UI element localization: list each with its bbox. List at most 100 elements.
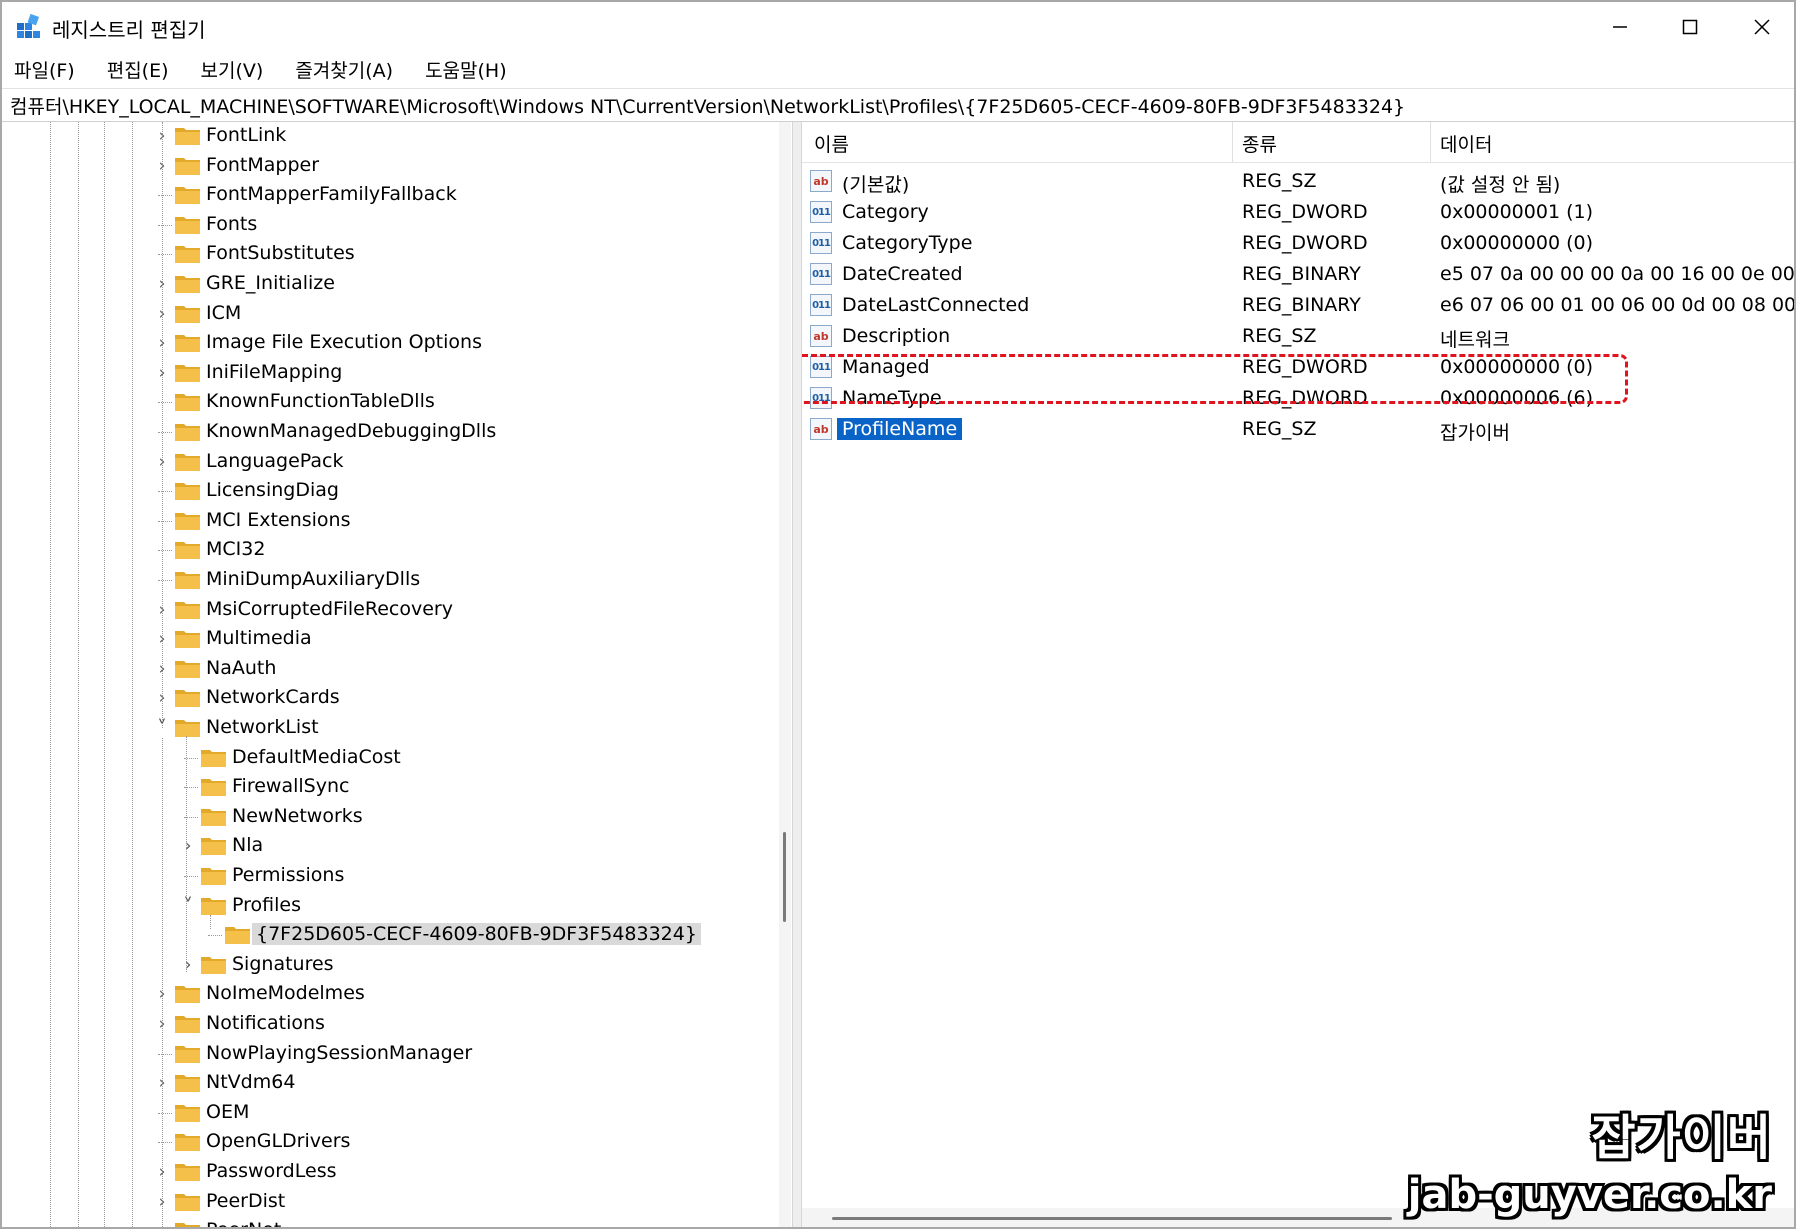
maximize-button[interactable] — [1662, 8, 1718, 46]
tree-item[interactable]: Permissions — [4, 862, 764, 891]
menu-view[interactable]: 보기(V) — [199, 54, 266, 85]
tree-connector — [158, 402, 172, 404]
close-button[interactable] — [1734, 8, 1790, 46]
tree-item[interactable]: › NoImeModelmes — [4, 980, 764, 1009]
string-value-icon: ab — [810, 170, 832, 192]
folder-icon — [225, 927, 250, 945]
value-name-cell: Managed — [842, 356, 930, 378]
folder-icon — [175, 246, 200, 264]
tree-item[interactable]: OpenGLDrivers — [4, 1128, 764, 1157]
column-separator[interactable] — [1430, 122, 1431, 162]
tree-item[interactable]: › ICM — [4, 300, 764, 329]
tree-item[interactable]: › PasswordLess — [4, 1158, 764, 1187]
value-row[interactable]: ab ProfileName REG_SZ 잡가이버 — [802, 414, 1794, 445]
tree-item[interactable]: ›PeerNet — [4, 1217, 764, 1227]
address-bar[interactable]: 컴퓨터\HKEY_LOCAL_MACHINE\SOFTWARE\Microsof… — [2, 88, 1794, 122]
tree-connector — [158, 432, 172, 433]
tree-item-label: NowPlayingSessionManager — [206, 1041, 473, 1064]
tree-item-label: Notifications — [206, 1012, 325, 1034]
tree-connector — [158, 491, 172, 493]
tree-connector — [208, 935, 222, 937]
tree-item[interactable]: › NtVdm64 — [4, 1069, 764, 1098]
tree-item-label: NoImeModelmes — [206, 982, 365, 1005]
column-header-name[interactable]: 이름 — [814, 130, 849, 157]
menu-file[interactable]: 파일(F) — [12, 54, 77, 85]
tree-item[interactable]: KnownFunctionTableDlls — [4, 388, 764, 417]
value-data-cell: 네트워크 — [1440, 329, 1510, 351]
folder-icon — [175, 394, 200, 412]
tree-item[interactable]: › LanguagePack — [4, 448, 764, 477]
tree-item[interactable]: › NetworkCards — [4, 684, 764, 713]
tree-item[interactable]: NewNetworks — [4, 803, 764, 832]
tree-item[interactable]: › MsiCorruptedFileRecovery — [4, 596, 764, 625]
folder-icon — [175, 512, 200, 530]
tree-scroll-thumb[interactable] — [783, 832, 786, 922]
tree-item[interactable]: LicensingDiag — [4, 477, 764, 506]
chevron-right-icon[interactable]: › — [180, 835, 196, 857]
tree-item-label: Image File Execution Options — [206, 331, 482, 354]
minimize-button[interactable] — [1592, 8, 1648, 46]
chevron-down-icon[interactable]: ˅ — [180, 895, 196, 917]
folder-icon — [175, 1104, 200, 1122]
tree-item[interactable]: › NaAuth — [4, 655, 764, 684]
folder-icon — [175, 305, 200, 323]
tree-item[interactable]: FontMapperFamilyFallback — [4, 181, 764, 210]
column-header-type[interactable]: 종류 — [1242, 130, 1277, 157]
tree-item[interactable]: MiniDumpAuxiliaryDlls — [4, 566, 764, 595]
tree-item[interactable]: MCI Extensions — [4, 507, 764, 536]
value-row[interactable]: ab Description REG_SZ 네트워크 — [802, 321, 1794, 352]
value-row[interactable]: 011 CategoryType REG_DWORD 0x00000000 (0) — [802, 228, 1794, 259]
tree-item[interactable]: NowPlayingSessionManager — [4, 1040, 764, 1069]
binary-value-icon: 011 — [810, 232, 832, 254]
tree-item[interactable]: ˅ NetworkList — [4, 714, 764, 743]
folder-icon — [175, 216, 200, 234]
tree-item[interactable]: › PeerDist — [4, 1188, 764, 1217]
key-tree-pane[interactable]: › FontLink › FontMapper FontMapperFamilyFall… — [4, 122, 793, 1227]
pane-splitter[interactable] — [792, 122, 802, 1227]
tree-item[interactable]: › FontLink — [4, 122, 764, 151]
tree-item[interactable]: › Image File Execution Options — [4, 329, 764, 358]
folder-icon — [175, 542, 200, 560]
tree-item[interactable]: › GRE_Initialize — [4, 270, 764, 299]
tree-item[interactable]: OEM — [4, 1099, 764, 1128]
value-row[interactable]: 011 DateLastConnected REG_BINARY e6 07 06 0… — [802, 290, 1794, 321]
chevron-right-icon[interactable]: › — [180, 954, 196, 976]
value-row[interactable]: ab (기본값) REG_SZ (값 설정 안 됨) — [802, 166, 1794, 197]
menu-help[interactable]: 도움말(H) — [423, 54, 509, 85]
tree-item[interactable]: › Notifications — [4, 1010, 764, 1039]
address-path[interactable]: 컴퓨터\HKEY_LOCAL_MACHINE\SOFTWARE\Microsof… — [10, 92, 1405, 119]
folder-icon — [175, 364, 200, 382]
tree-item[interactable]: DefaultMediaCost — [4, 744, 764, 773]
value-row[interactable]: 011 NameType REG_DWORD 0x00000006 (6) — [802, 383, 1794, 414]
column-header-data[interactable]: 데이터 — [1440, 130, 1492, 157]
tree-item[interactable]: ˅ Profiles — [4, 892, 764, 921]
tree-item[interactable]: › FontMapper — [4, 152, 764, 181]
tree-item[interactable]: › IniFileMapping — [4, 359, 764, 388]
tree-item-label: DefaultMediaCost — [232, 745, 401, 768]
folder-icon — [175, 335, 200, 353]
folder-icon — [201, 897, 226, 915]
menu-favorites[interactable]: 즐겨찾기(A) — [293, 54, 395, 85]
menu-edit[interactable]: 편집(E) — [105, 54, 171, 85]
value-row[interactable]: 011 Managed REG_DWORD 0x00000000 (0) — [802, 352, 1794, 383]
tree-item[interactable]: › Nla — [4, 832, 764, 861]
tree-item[interactable]: MCI32 — [4, 536, 764, 565]
tree-item-label: MiniDumpAuxiliaryDlls — [206, 568, 421, 590]
tree-item[interactable]: Fonts — [4, 211, 764, 240]
value-row[interactable]: 011 Category REG_DWORD 0x00000001 (1) — [802, 197, 1794, 228]
value-row[interactable]: 011 DateCreated REG_BINARY e5 07 0a 00 00 0… — [802, 259, 1794, 290]
column-separator[interactable] — [1232, 122, 1233, 162]
title-bar[interactable]: 레지스트리 편집기 — [2, 2, 1794, 52]
tree-item[interactable]: FontSubstitutes — [4, 240, 764, 269]
tree-item[interactable]: {7F25D605-CECF-4609-80FB-9DF3F5483324} — [4, 921, 764, 950]
tree-item[interactable]: › Multimedia — [4, 625, 764, 654]
list-scroll-thumb[interactable] — [832, 1217, 1392, 1220]
values-list-pane[interactable]: 이름 종류 데이터 ab (기본값) REG_SZ (값 설정 안 됨) 011 Cate… — [802, 122, 1794, 1227]
tree-item[interactable]: KnownManagedDebuggingDlls — [4, 418, 764, 447]
value-type-cell: REG_BINARY — [1242, 263, 1361, 285]
tree-item[interactable]: FirewallSync — [4, 773, 764, 802]
binary-value-icon: 011 — [810, 263, 832, 285]
tree-item[interactable]: › Signatures — [4, 951, 764, 980]
tree-connector — [158, 1053, 172, 1055]
tree-vertical-scrollbar[interactable] — [779, 122, 791, 1227]
